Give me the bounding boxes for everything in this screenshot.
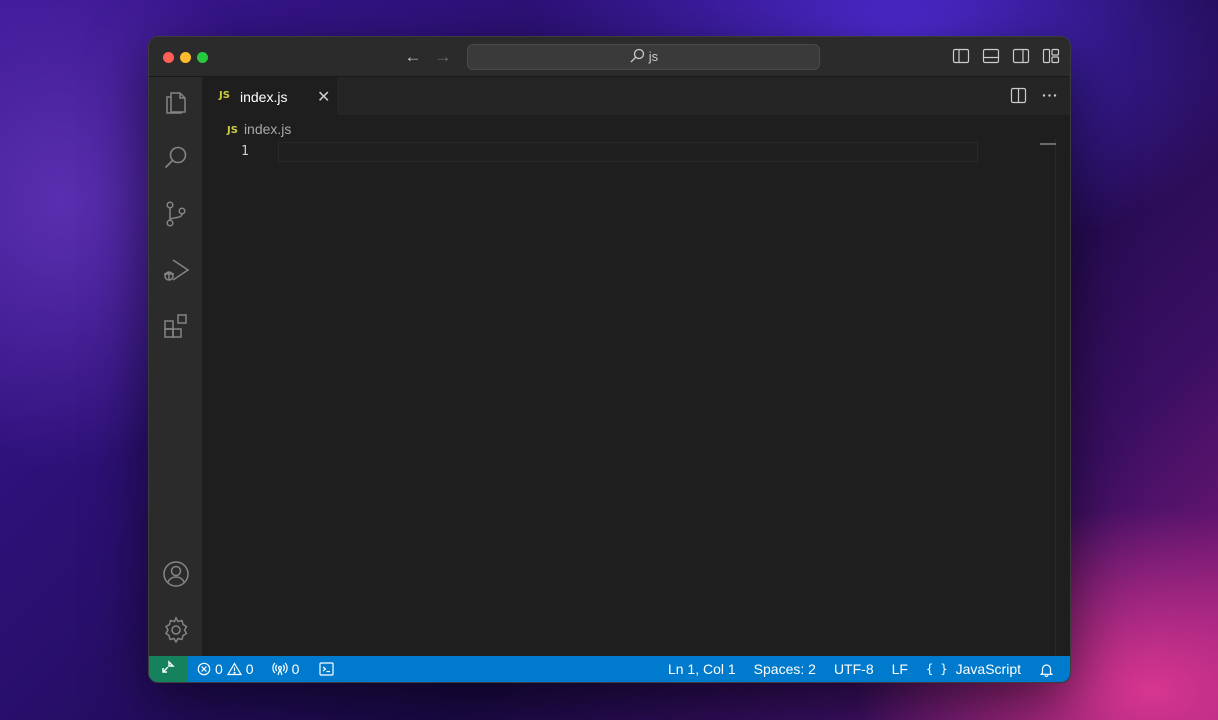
terminal-indicator[interactable] — [319, 662, 334, 676]
accounts-icon[interactable] — [161, 559, 191, 589]
close-icon[interactable]: ✕ — [317, 87, 330, 107]
problems-indicator[interactable]: 0 0 — [197, 656, 254, 682]
source-control-icon[interactable] — [161, 199, 191, 229]
ports-indicator[interactable]: 0 — [271, 656, 300, 682]
run-and-debug-icon[interactable] — [161, 255, 191, 285]
breadcrumb[interactable]: JS index.js — [227, 121, 291, 139]
search-text: js — [648, 49, 659, 64]
toggle-panel-icon[interactable] — [982, 47, 1000, 65]
line-number: 1 — [241, 144, 249, 159]
warning-icon — [226, 662, 242, 676]
cursor-position[interactable]: Ln 1, Col 1 — [668, 656, 736, 682]
toggle-primary-sidebar-icon[interactable] — [952, 47, 970, 65]
current-line-highlight — [278, 142, 978, 162]
more-actions-icon[interactable] — [1041, 87, 1058, 109]
vscode-window: ← → js JS index.js ✕ JS index.js 1 0 0 0… — [148, 36, 1071, 683]
status-left: 0 0 0 — [197, 656, 334, 682]
back-arrow-icon[interactable]: ← — [403, 47, 423, 67]
broadcast-icon — [271, 662, 288, 676]
breadcrumb-file[interactable]: index.js — [244, 121, 291, 137]
extensions-icon[interactable] — [161, 311, 191, 341]
editor-tab-bar: JS index.js ✕ — [203, 77, 1070, 115]
tab-label: index.js — [240, 89, 288, 105]
layout-controls — [952, 47, 1060, 65]
gear-icon[interactable] — [161, 615, 191, 645]
notifications-bell-icon[interactable] — [1039, 662, 1054, 677]
language-mode[interactable]: { } JavaScript — [926, 656, 1021, 682]
title-bar: ← → js — [149, 37, 1070, 77]
language-label: JavaScript — [955, 661, 1021, 677]
braces-icon: { } — [925, 662, 948, 676]
explorer-icon[interactable] — [161, 87, 191, 117]
command-center-search[interactable]: js — [467, 44, 820, 70]
remote-icon — [162, 660, 175, 673]
forward-arrow-icon[interactable]: → — [433, 47, 453, 67]
search-icon[interactable] — [161, 143, 191, 173]
end-of-line[interactable]: LF — [892, 656, 908, 682]
status-bar: 0 0 0 Ln 1, Col 1 Spaces: 2 UTF-8 LF { }… — [149, 656, 1070, 682]
encoding[interactable]: UTF-8 — [834, 656, 874, 682]
minimize-window-button[interactable] — [180, 52, 191, 63]
close-window-button[interactable] — [163, 52, 174, 63]
js-file-icon: JS — [219, 90, 230, 101]
warning-count: 0 — [245, 661, 254, 677]
search-icon — [630, 48, 644, 63]
error-icon — [197, 662, 211, 676]
maximize-window-button[interactable] — [197, 52, 208, 63]
split-editor-icon[interactable] — [1010, 87, 1027, 109]
terminal-icon — [319, 662, 334, 676]
toggle-secondary-sidebar-icon[interactable] — [1012, 47, 1030, 65]
code-editor[interactable]: 1 — [203, 139, 1070, 656]
customize-layout-icon[interactable] — [1042, 47, 1060, 65]
error-count: 0 — [215, 661, 223, 677]
status-right: Ln 1, Col 1 Spaces: 2 UTF-8 LF { } JavaS… — [668, 656, 1054, 682]
tab-index-js[interactable]: JS index.js ✕ — [203, 77, 337, 115]
js-file-icon: JS — [227, 125, 238, 136]
activity-bar — [149, 77, 203, 656]
remote-indicator[interactable] — [149, 656, 187, 682]
indentation[interactable]: Spaces: 2 — [754, 656, 816, 682]
cursor-position-marker — [1040, 143, 1056, 145]
editor-actions — [1010, 87, 1058, 109]
vertical-scrollbar[interactable] — [1040, 139, 1056, 656]
ports-count: 0 — [291, 661, 300, 677]
